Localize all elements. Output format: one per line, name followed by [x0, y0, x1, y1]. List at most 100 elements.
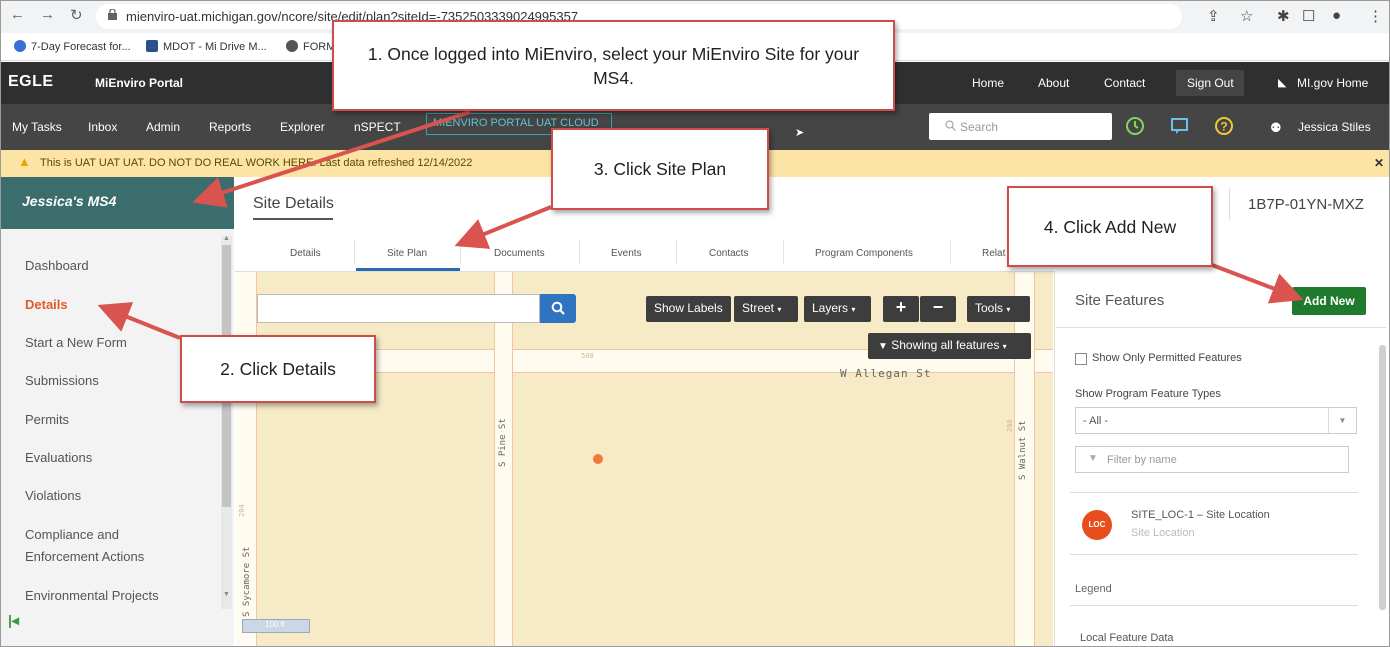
feature-name[interactable]: SITE_LOC-1 – Site Location — [1131, 509, 1270, 521]
location-feature-icon: LOC — [1082, 510, 1112, 540]
address-number: 200 — [1006, 419, 1014, 432]
bookmark-label: 7-Day Forecast for... — [31, 41, 131, 53]
sidebar-item-details[interactable]: Details — [25, 294, 68, 316]
sidebar-item-permits[interactable]: Permits — [25, 409, 69, 431]
callout-step-3: 3. Click Site Plan — [551, 128, 769, 210]
help-icon[interactable]: ? — [1214, 116, 1234, 136]
caret-down-icon: ▾ — [851, 305, 856, 314]
mi-gov-home-link[interactable]: MI.gov Home — [1297, 76, 1368, 90]
legend-label[interactable]: Legend — [1075, 583, 1112, 595]
panel-divider — [1070, 554, 1358, 555]
collapse-sidebar-icon[interactable]: |◂ — [8, 612, 19, 629]
map-scale-bar: 100 ft — [242, 619, 310, 633]
program-types-select[interactable] — [1075, 407, 1357, 434]
permitted-features-label: Show Only Permitted Features — [1092, 352, 1242, 364]
tab-separator — [460, 240, 461, 264]
tab-bar — [235, 230, 1055, 272]
map-search-input[interactable] — [257, 294, 540, 323]
local-feature-data-label[interactable]: Local Feature Data — [1080, 632, 1174, 644]
nav-about-link[interactable]: About — [1038, 76, 1069, 90]
layers-dropdown[interactable]: Layers ▾ — [804, 296, 871, 322]
sidebar-item-environmental-projects[interactable]: Environmental Projects — [25, 585, 159, 607]
sidebar-item-compliance-line2[interactable]: Enforcement Actions — [25, 546, 144, 568]
feature-type: Site Location — [1131, 527, 1195, 539]
warning-text: This is UAT UAT UAT. DO NOT DO REAL WORK… — [40, 157, 473, 169]
profile-icon[interactable]: ● — [1332, 7, 1341, 24]
tab-details[interactable]: Details — [290, 248, 321, 259]
chat-icon[interactable] — [1170, 116, 1190, 136]
street-label: Street — [742, 301, 775, 315]
street-label-allegan: W Allegan St — [840, 367, 932, 380]
tab-documents[interactable]: Documents — [494, 248, 545, 259]
road-edge — [494, 272, 495, 647]
nav-explorer[interactable]: Explorer — [280, 120, 325, 134]
sidepanel-icon[interactable]: ☐ — [1302, 7, 1315, 25]
reload-icon[interactable]: ↻ — [70, 6, 83, 24]
scroll-up-icon[interactable]: ▲ — [223, 235, 230, 242]
show-labels-button[interactable]: Show Labels — [646, 296, 731, 322]
zoom-in-button[interactable]: + — [883, 296, 919, 322]
portal-title[interactable]: MiEnviro Portal — [95, 76, 183, 90]
sidebar-item-submissions[interactable]: Submissions — [25, 370, 99, 392]
tab-relationships[interactable]: Relat — [982, 248, 1005, 259]
bookmark-icon — [14, 40, 26, 52]
sidebar-item-dashboard[interactable]: Dashboard — [25, 255, 89, 277]
sidebar-item-start-form[interactable]: Start a New Form — [25, 332, 127, 354]
active-tab-indicator — [356, 268, 460, 271]
zoom-out-button[interactable]: − — [920, 296, 956, 322]
back-icon[interactable]: ← — [10, 6, 25, 23]
tab-program-components[interactable]: Program Components — [815, 248, 913, 259]
user-name[interactable]: Jessica Stiles — [1298, 120, 1371, 134]
caret-down-icon[interactable]: ▼ — [1328, 408, 1356, 433]
tab-separator — [579, 240, 580, 264]
callout-step-1: 1. Once logged into MiEnviro, select you… — [332, 20, 895, 111]
tab-contacts[interactable]: Contacts — [709, 248, 748, 259]
global-search-input[interactable] — [929, 113, 1112, 140]
user-icon: ⚉ — [1270, 120, 1282, 135]
clock-icon[interactable] — [1125, 116, 1145, 136]
street-dropdown[interactable]: Street ▾ — [734, 296, 798, 322]
street-label-pine: S Pine St — [498, 418, 508, 467]
close-icon[interactable]: ✕ — [1374, 156, 1384, 170]
tab-separator — [676, 240, 677, 264]
site-map[interactable]: W Allegan St S Pine St S Walnut St S Syc… — [236, 272, 1053, 647]
tab-site-plan[interactable]: Site Plan — [387, 248, 427, 259]
svg-text:?: ? — [1220, 120, 1227, 134]
sign-out-label[interactable]: Sign Out — [1187, 76, 1234, 90]
star-icon[interactable]: ☆ — [1240, 7, 1253, 25]
program-types-label: Show Program Feature Types — [1075, 388, 1221, 400]
page-title: Site Details — [253, 195, 334, 212]
site-location-marker[interactable] — [593, 454, 603, 464]
share-icon[interactable]: ⇪ — [1207, 7, 1220, 25]
nav-nspect[interactable]: nSPECT — [354, 120, 401, 134]
nav-home-link[interactable]: Home — [972, 76, 1004, 90]
tools-dropdown[interactable]: Tools ▾ — [967, 296, 1030, 322]
extensions-icon[interactable]: ✱ — [1277, 7, 1290, 25]
permitted-features-checkbox[interactable] — [1075, 353, 1087, 365]
add-new-button[interactable]: Add New — [1292, 287, 1366, 315]
nav-inbox[interactable]: Inbox — [88, 120, 117, 134]
caret-down-icon: ▾ — [1006, 305, 1011, 314]
bookmark-label: FORM — [303, 41, 336, 53]
nav-contact-link[interactable]: Contact — [1104, 76, 1145, 90]
egle-logo[interactable]: EGLE — [8, 73, 54, 91]
features-filter-dropdown[interactable]: ▼ Showing all features ▾ — [868, 333, 1031, 359]
sidebar-item-compliance[interactable]: Compliance and — [25, 524, 119, 546]
panel-scrollbar[interactable] — [1379, 345, 1386, 610]
bookmark-form[interactable]: FORM — [286, 40, 335, 53]
nav-admin[interactable]: Admin — [146, 120, 180, 134]
menu-icon[interactable]: ⋮ — [1368, 7, 1383, 25]
scroll-down-icon[interactable]: ▼ — [223, 591, 230, 598]
divider — [1229, 188, 1230, 220]
sidebar-item-violations[interactable]: Violations — [25, 485, 81, 507]
bookmark-mdot[interactable]: MDOT - Mi Drive M... — [146, 40, 267, 53]
site-name[interactable]: Jessica's MS4 — [22, 193, 116, 209]
tab-events[interactable]: Events — [611, 248, 642, 259]
nav-reports[interactable]: Reports — [209, 120, 251, 134]
nav-my-tasks[interactable]: My Tasks — [12, 120, 62, 134]
forward-icon[interactable]: → — [40, 6, 55, 23]
street-label-sycamore: S Sycamore St — [242, 546, 252, 617]
bookmark-forecast[interactable]: 7-Day Forecast for... — [14, 40, 131, 53]
map-search-button[interactable] — [540, 294, 576, 323]
sidebar-item-evaluations[interactable]: Evaluations — [25, 447, 92, 469]
